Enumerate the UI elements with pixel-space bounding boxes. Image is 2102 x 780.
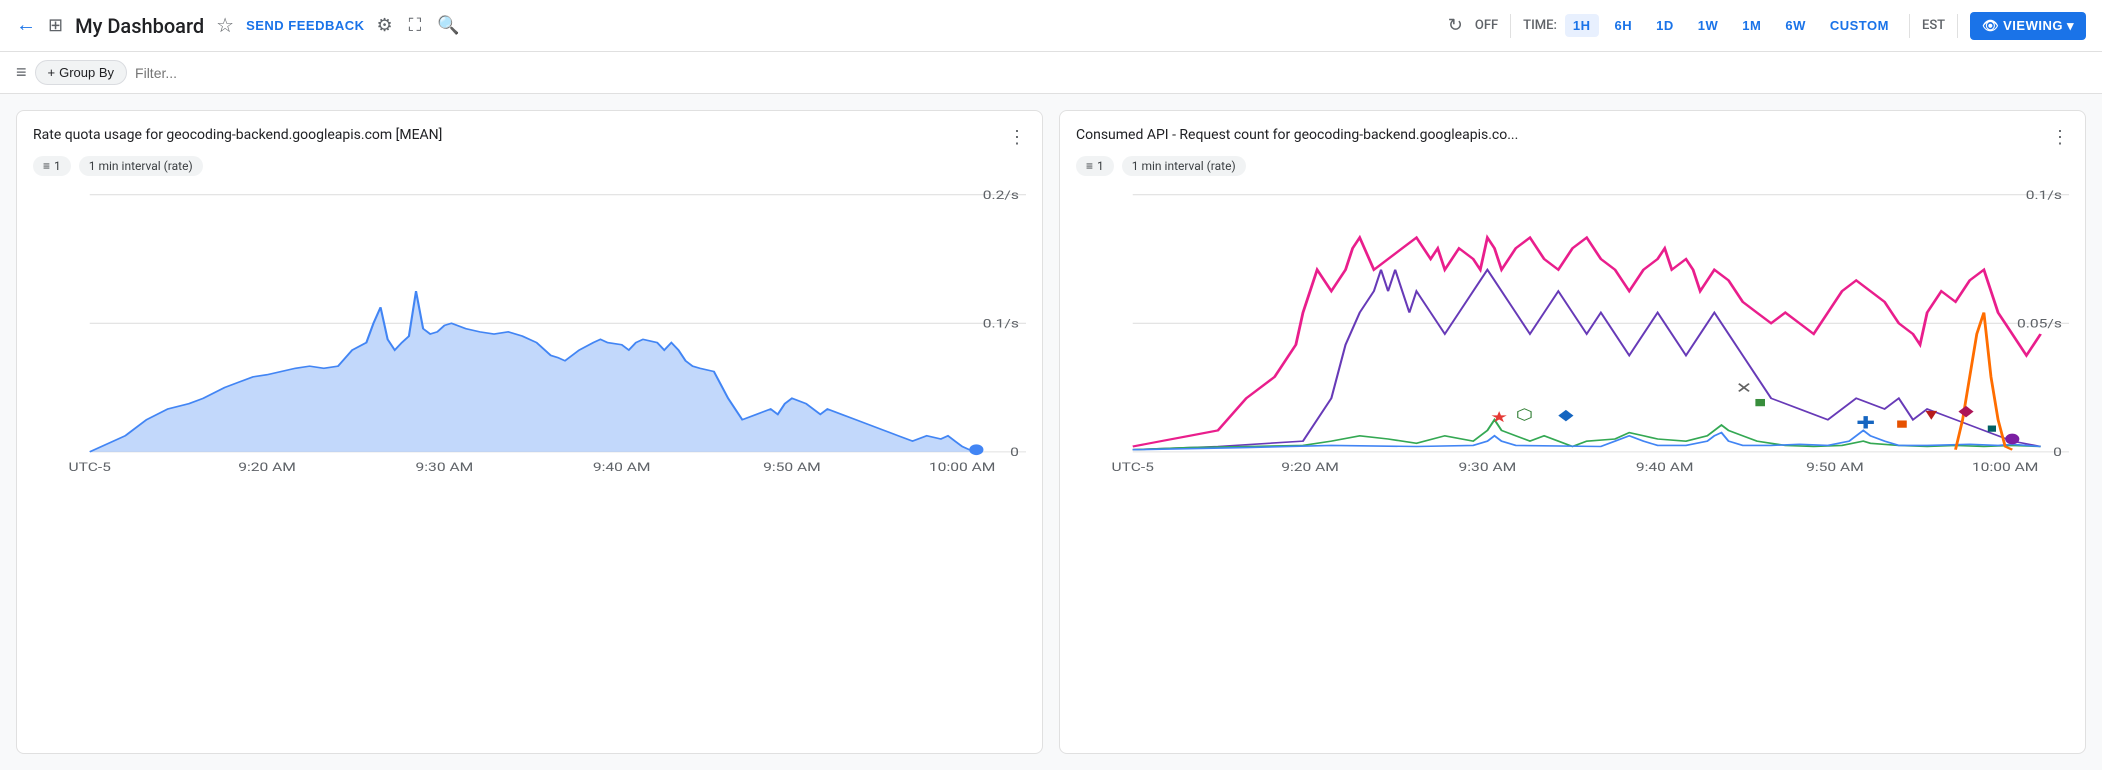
hamburger-icon[interactable]: ≡ [16,62,27,83]
marker-teal-sq: ■ [1987,421,1997,436]
star-icon: ☆ [216,13,234,38]
filter-tag-1[interactable]: ≡ 1 [33,156,71,176]
divider2 [1909,14,1910,38]
time-1w-button[interactable]: 1W [1690,14,1727,37]
svg-text:9:50 AM: 9:50 AM [1806,461,1864,475]
time-6w-button[interactable]: 6W [1777,14,1814,37]
filter-icon-1: ≡ [43,159,50,173]
search-icon: 🔍 [437,15,459,36]
divider3 [1957,14,1958,38]
chart-card-1: Rate quota usage for geocoding-backend.g… [16,110,1043,754]
time-1d-button[interactable]: 1D [1648,14,1682,37]
search-button[interactable]: 🔍 [433,11,463,40]
marker-circle [2005,434,2019,445]
svg-text:UTC-5: UTC-5 [1112,461,1155,475]
viewing-label: VIEWING [2003,18,2063,33]
card-tags-2: ≡ 1 1 min interval (rate) [1076,156,2069,176]
grid-icon: ⊞ [48,15,63,36]
svg-text:10:00 AM: 10:00 AM [1972,461,2038,475]
divider [1510,14,1511,38]
chart-svg-2: 0.1/s 0.05/s 0 UTC-5 9:20 AM 9:30 AM 9:4… [1076,184,2069,484]
card-tags-1: ≡ 1 1 min interval (rate) [33,156,1026,176]
chart-area-1: 0.2/s 0.1/s 0 UTC-5 9:20 AM 9:30 AM 9:40… [33,184,1026,484]
interval-tag-1[interactable]: 1 min interval (rate) [79,156,203,176]
time-1m-button[interactable]: 1M [1734,14,1769,37]
filter-tag-2[interactable]: ≡ 1 [1076,156,1114,176]
timezone-label: EST [1922,18,1945,33]
svg-text:0: 0 [2053,446,2062,460]
time-6h-button[interactable]: 6H [1607,14,1641,37]
svg-text:0.1/s: 0.1/s [983,317,1019,331]
interval-tag-2[interactable]: 1 min interval (rate) [1122,156,1246,176]
filter-count-2: 1 [1097,159,1104,173]
group-by-label: Group By [59,65,114,80]
fullscreen-icon: ⛶ [409,15,422,36]
eye-icon: 👁 [1982,18,1999,34]
marker-square: ■ [1754,394,1766,411]
settings-icon: ⚙ [377,15,393,36]
grid-view-button[interactable]: ⊞ [44,11,67,40]
card-header-1: Rate quota usage for geocoding-backend.g… [33,127,1026,148]
svg-text:0: 0 [1010,446,1019,460]
marker-pentagon: ⬡ [1516,407,1533,424]
refresh-label: OFF [1475,18,1498,33]
filter-input[interactable] [135,65,2086,81]
refresh-button[interactable]: ↻ [1444,11,1467,40]
header: ← ⊞ My Dashboard ☆ SEND FEEDBACK ⚙ ⛶ 🔍 ↻… [0,0,2102,52]
time-custom-button[interactable]: CUSTOM [1822,14,1897,37]
viewing-button[interactable]: 👁 VIEWING ▾ [1970,12,2086,40]
card-menu-button-1[interactable]: ⋮ [1008,127,1026,148]
back-button[interactable]: ← [16,14,36,37]
filter-count-1: 1 [54,159,61,173]
svg-text:10:00 AM: 10:00 AM [929,461,995,475]
marker-orange-sq: ■ [1896,416,1908,433]
main-content: Rate quota usage for geocoding-backend.g… [0,94,2102,770]
plus-icon: + [48,65,56,80]
svg-text:9:20 AM: 9:20 AM [1281,461,1339,475]
card-menu-button-2[interactable]: ⋮ [2051,127,2069,148]
star-button[interactable]: ☆ [212,9,238,42]
svg-text:0.05/s: 0.05/s [2017,317,2062,331]
svg-text:9:50 AM: 9:50 AM [763,461,821,475]
filter-icon-2: ≡ [1086,159,1093,173]
page-title: My Dashboard [75,14,204,38]
card-header-2: Consumed API - Request count for geocodi… [1076,127,2069,148]
svg-text:9:40 AM: 9:40 AM [593,461,651,475]
dropdown-icon: ▾ [2067,18,2074,34]
marker-plus: ✚ [1856,412,1875,432]
svg-text:0.2/s: 0.2/s [983,189,1019,203]
chart-svg-1: 0.2/s 0.1/s 0 UTC-5 9:20 AM 9:30 AM 9:40… [33,184,1026,484]
svg-text:9:30 AM: 9:30 AM [416,461,474,475]
svg-text:9:20 AM: 9:20 AM [238,461,296,475]
time-1h-button[interactable]: 1H [1565,14,1599,37]
marker-diamond1: ◆ [1558,407,1574,424]
header-left: ← ⊞ My Dashboard ☆ SEND FEEDBACK ⚙ ⛶ 🔍 [16,9,1436,42]
marker-diamond2: ◆ [1958,403,1974,420]
marker-triangle: ▼ [1921,407,1941,424]
chart-card-2: Consumed API - Request count for geocodi… [1059,110,2086,754]
card-title-1: Rate quota usage for geocoding-backend.g… [33,127,442,143]
interval-label-2: 1 min interval (rate) [1132,159,1236,173]
toolbar: ≡ + Group By [0,52,2102,94]
settings-button[interactable]: ⚙ [373,11,397,40]
svg-text:0.1/s: 0.1/s [2026,189,2062,203]
fullscreen-button[interactable]: ⛶ [405,11,426,40]
marker-star: ★ [1490,409,1508,426]
svg-text:9:40 AM: 9:40 AM [1636,461,1694,475]
card-title-2: Consumed API - Request count for geocodi… [1076,127,1518,143]
time-label: TIME: [1523,18,1557,33]
refresh-icon: ↻ [1448,15,1463,36]
chart-area-2: 0.1/s 0.05/s 0 UTC-5 9:20 AM 9:30 AM 9:4… [1076,184,2069,484]
marker-x: ✕ [1736,380,1753,397]
header-right: ↻ OFF TIME: 1H 6H 1D 1W 1M 6W CUSTOM EST… [1444,11,2086,40]
endpoint-dot-1 [969,444,983,455]
svg-text:9:30 AM: 9:30 AM [1459,461,1517,475]
back-icon: ← [16,14,36,37]
svg-text:UTC-5: UTC-5 [69,461,112,475]
group-by-button[interactable]: + Group By [35,60,128,85]
interval-label-1: 1 min interval (rate) [89,159,193,173]
send-feedback-button[interactable]: SEND FEEDBACK [246,18,364,33]
